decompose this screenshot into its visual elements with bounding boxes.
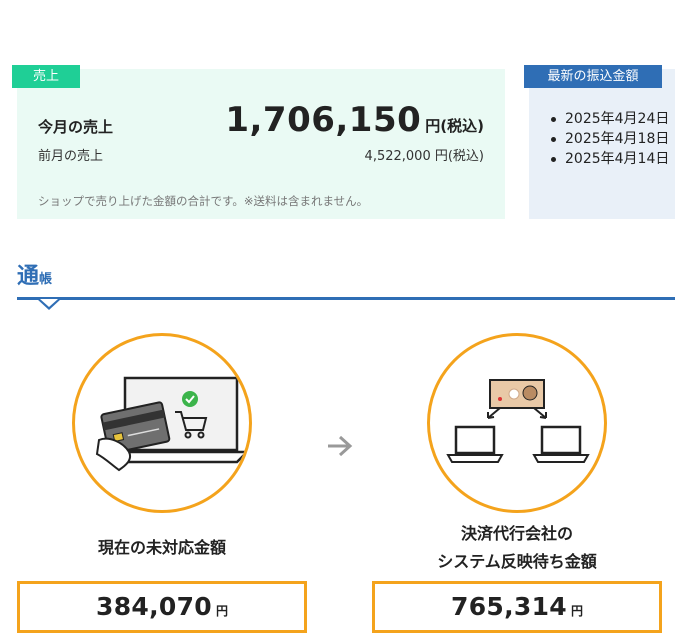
transfer-date-item[interactable]: 2025年4月18日 bbox=[550, 129, 669, 149]
passbook-section-title: 通帳 bbox=[17, 258, 52, 290]
section-divider bbox=[17, 297, 675, 300]
card-payment-illustration bbox=[95, 376, 249, 472]
sales-card: 今月の売上 1,706,150 円(税込) 前月の売上 4,522,000 円(税… bbox=[17, 69, 505, 219]
section-divider-notch-inner bbox=[40, 299, 58, 307]
this-month-sales-unit: 円(税込) bbox=[425, 117, 484, 135]
unprocessed-amount-box: 384,070 円 bbox=[17, 581, 307, 633]
transfer-tag: 最新の振込金額 bbox=[524, 65, 662, 88]
banknote-transfer-illustration bbox=[446, 379, 590, 463]
check-icon bbox=[182, 391, 198, 407]
last-month-sales-row: 前月の売上 4,522,000 円(税込) bbox=[38, 145, 484, 165]
this-month-sales-amount: 1,706,150 円(税込) bbox=[225, 100, 484, 140]
sales-note: ショップで売り上げた金額の合計です。※送料は含まれません。 bbox=[38, 194, 369, 208]
pending-illustration-circle bbox=[427, 333, 607, 513]
transfer-date-item[interactable]: 2025年4月14日 bbox=[550, 149, 669, 169]
pending-amount-unit: 円 bbox=[570, 604, 583, 618]
last-month-sales-value: 4,522,000 円(税込) bbox=[364, 149, 484, 164]
arrow-right-icon bbox=[328, 435, 353, 457]
pending-amount-box: 765,314 円 bbox=[372, 581, 662, 633]
pending-amount-value: 765,314 bbox=[451, 592, 567, 621]
transfer-card: 2025年4月24日 2025年4月18日 2025年4月14日 bbox=[529, 69, 675, 219]
unprocessed-amount-unit: 円 bbox=[215, 604, 228, 618]
laptop-icon bbox=[532, 425, 590, 463]
last-month-sales-label: 前月の売上 bbox=[38, 149, 104, 164]
this-month-sales-label: 今月の売上 bbox=[38, 118, 114, 136]
passbook-title-small: 帳 bbox=[39, 272, 53, 287]
pending-amount-label: 決済代行会社の システム反映待ち金額 bbox=[372, 520, 662, 576]
transfer-date-item[interactable]: 2025年4月24日 bbox=[550, 109, 669, 129]
transfer-date-list: 2025年4月24日 2025年4月18日 2025年4月14日 bbox=[550, 109, 669, 169]
passbook-title-big: 通 bbox=[17, 264, 40, 289]
unprocessed-illustration-circle bbox=[72, 333, 252, 513]
sales-tag: 売上 bbox=[12, 65, 80, 88]
laptop-icon bbox=[446, 425, 504, 463]
this-month-sales-value: 1,706,150 bbox=[225, 100, 422, 140]
this-month-sales-row: 今月の売上 1,706,150 円(税込) bbox=[38, 100, 484, 140]
pending-label-line2: システム反映待ち金額 bbox=[437, 552, 597, 571]
unprocessed-amount-label: 現在の未対応金額 bbox=[97, 538, 226, 557]
unprocessed-amount-value: 384,070 bbox=[96, 592, 212, 621]
pending-label-line1: 決済代行会社の bbox=[460, 524, 573, 543]
